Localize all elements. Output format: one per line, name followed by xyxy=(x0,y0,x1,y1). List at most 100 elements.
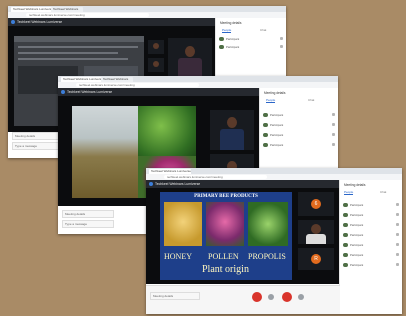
participant-row: Participant xyxy=(263,132,335,138)
participant-video[interactable] xyxy=(168,38,212,78)
mic-icon[interactable] xyxy=(396,223,399,226)
app-title: Techkeel Webinars Lumiverse xyxy=(17,20,63,24)
slide-image-honey xyxy=(164,202,202,246)
participant-row: Participant xyxy=(343,222,399,228)
avatar xyxy=(263,112,268,117)
tab-chat[interactable]: Chat xyxy=(308,98,314,102)
participant-name: Participant xyxy=(350,213,364,217)
slide-caption: Plant origin xyxy=(202,264,249,275)
tab-chat[interactable]: Chat xyxy=(380,190,386,194)
app-header: Techkeel Webinars Lumiverse xyxy=(58,88,260,96)
meeting-details-bar[interactable]: Meeting details xyxy=(62,210,114,218)
logo-icon xyxy=(149,182,153,187)
participant-tile[interactable] xyxy=(148,58,164,72)
participant-row: Participant xyxy=(343,242,399,248)
avatar xyxy=(219,36,224,41)
participant-row: Participant xyxy=(263,142,335,148)
end-call-button[interactable] xyxy=(282,292,292,302)
avatar xyxy=(343,202,348,207)
app-header: Techkeel Webinars Lumiverse xyxy=(146,180,340,188)
mic-icon[interactable] xyxy=(332,113,335,116)
avatar xyxy=(263,122,268,127)
mic-icon[interactable] xyxy=(396,203,399,206)
tab-people[interactable]: People xyxy=(344,190,354,195)
avatar xyxy=(343,212,348,217)
participant-name: Participant xyxy=(350,243,364,247)
call-controls: Meeting details xyxy=(146,285,340,314)
avatar-badge: R xyxy=(311,254,321,264)
app-header: Techkeel Webinars Lumiverse xyxy=(8,18,216,26)
participant-name: Participant xyxy=(350,263,364,267)
slide-image-propolis xyxy=(248,202,288,246)
participant-tile[interactable]: R xyxy=(298,248,334,270)
mic-icon[interactable] xyxy=(332,143,335,146)
participant-name: Participant xyxy=(226,37,240,41)
url-field[interactable]: techkeel.webinars.lumiverse.com/meeting xyxy=(76,83,199,87)
avatar xyxy=(219,44,224,49)
participant-row: Participant xyxy=(219,36,283,42)
app-title: Techkeel Webinars Lumiverse xyxy=(67,90,113,94)
participant-video[interactable] xyxy=(298,220,334,244)
participant-name: Participant xyxy=(350,253,364,257)
slide-image-pollen xyxy=(206,202,244,246)
mic-icon[interactable] xyxy=(332,123,335,126)
participant-row: Participant xyxy=(343,202,399,208)
presentation-slide: PRIMARY BEE PRODUCTS HONEY POLLEN PROPOL… xyxy=(160,192,292,280)
window-front: Techkeel Webinars Lumiverse techkeel.web… xyxy=(146,168,402,314)
participant-row: Participant xyxy=(219,44,283,50)
video-stage: PRIMARY BEE PRODUCTS HONEY POLLEN PROPOL… xyxy=(146,188,340,284)
tab-chat[interactable]: Chat xyxy=(260,28,266,32)
participant-row: Participant xyxy=(263,112,335,118)
avatar xyxy=(343,262,348,267)
participant-name: Participant xyxy=(350,223,364,227)
mic-icon[interactable] xyxy=(396,243,399,246)
camera-button[interactable] xyxy=(268,294,274,300)
panel-title: Meeting details xyxy=(344,183,366,187)
participant-name: Participant xyxy=(226,45,240,49)
participant-row: Participant xyxy=(343,262,399,268)
participant-name: Participant xyxy=(270,143,284,147)
participant-tile[interactable]: 6 xyxy=(298,192,334,216)
chat-input[interactable]: Type a message xyxy=(62,220,114,228)
mic-icon[interactable] xyxy=(396,263,399,266)
meeting-details-bar[interactable]: Meeting details xyxy=(150,292,200,300)
shared-photo-plants xyxy=(138,106,196,156)
participant-tile[interactable] xyxy=(148,40,164,54)
avatar xyxy=(343,252,348,257)
mic-icon[interactable] xyxy=(396,253,399,256)
mic-icon[interactable] xyxy=(280,45,283,48)
mic-icon[interactable] xyxy=(280,37,283,40)
mic-icon[interactable] xyxy=(396,233,399,236)
slide-heading: PRIMARY BEE PRODUCTS xyxy=(194,194,258,199)
panel-title: Meeting details xyxy=(220,21,242,25)
url-field[interactable]: techkeel.webinars.lumiverse.com/meeting xyxy=(164,175,267,179)
tab-people[interactable]: People xyxy=(266,98,276,103)
participant-name: Participant xyxy=(270,123,284,127)
more-options-icon[interactable] xyxy=(298,294,304,300)
mic-icon[interactable] xyxy=(332,133,335,136)
avatar-badge: 6 xyxy=(311,199,321,209)
avatar xyxy=(343,242,348,247)
logo-icon xyxy=(61,90,65,95)
participant-row: Participant xyxy=(263,122,335,128)
avatar xyxy=(263,132,268,137)
meeting-panel: Meeting details People Chat Participant … xyxy=(339,180,402,314)
slide-caption: PROPOLIS xyxy=(248,252,286,261)
participant-video[interactable] xyxy=(210,110,254,150)
panel-title: Meeting details xyxy=(264,91,286,95)
participant-row: Participant xyxy=(343,232,399,238)
logo-icon xyxy=(11,20,15,25)
slide-caption: HONEY xyxy=(164,252,192,261)
participant-row: Participant xyxy=(343,252,399,258)
tab-people[interactable]: People xyxy=(222,28,232,33)
participant-name: Participant xyxy=(350,233,364,237)
url-field[interactable]: techkeel.webinars.lumiverse.com/meeting xyxy=(26,13,149,17)
avatar xyxy=(343,232,348,237)
participant-name: Participant xyxy=(270,113,284,117)
mic-off-button[interactable] xyxy=(252,292,262,302)
mic-icon[interactable] xyxy=(396,213,399,216)
participant-row: Participant xyxy=(343,212,399,218)
avatar xyxy=(263,142,268,147)
avatar xyxy=(343,222,348,227)
slide-caption: POLLEN xyxy=(208,252,239,261)
